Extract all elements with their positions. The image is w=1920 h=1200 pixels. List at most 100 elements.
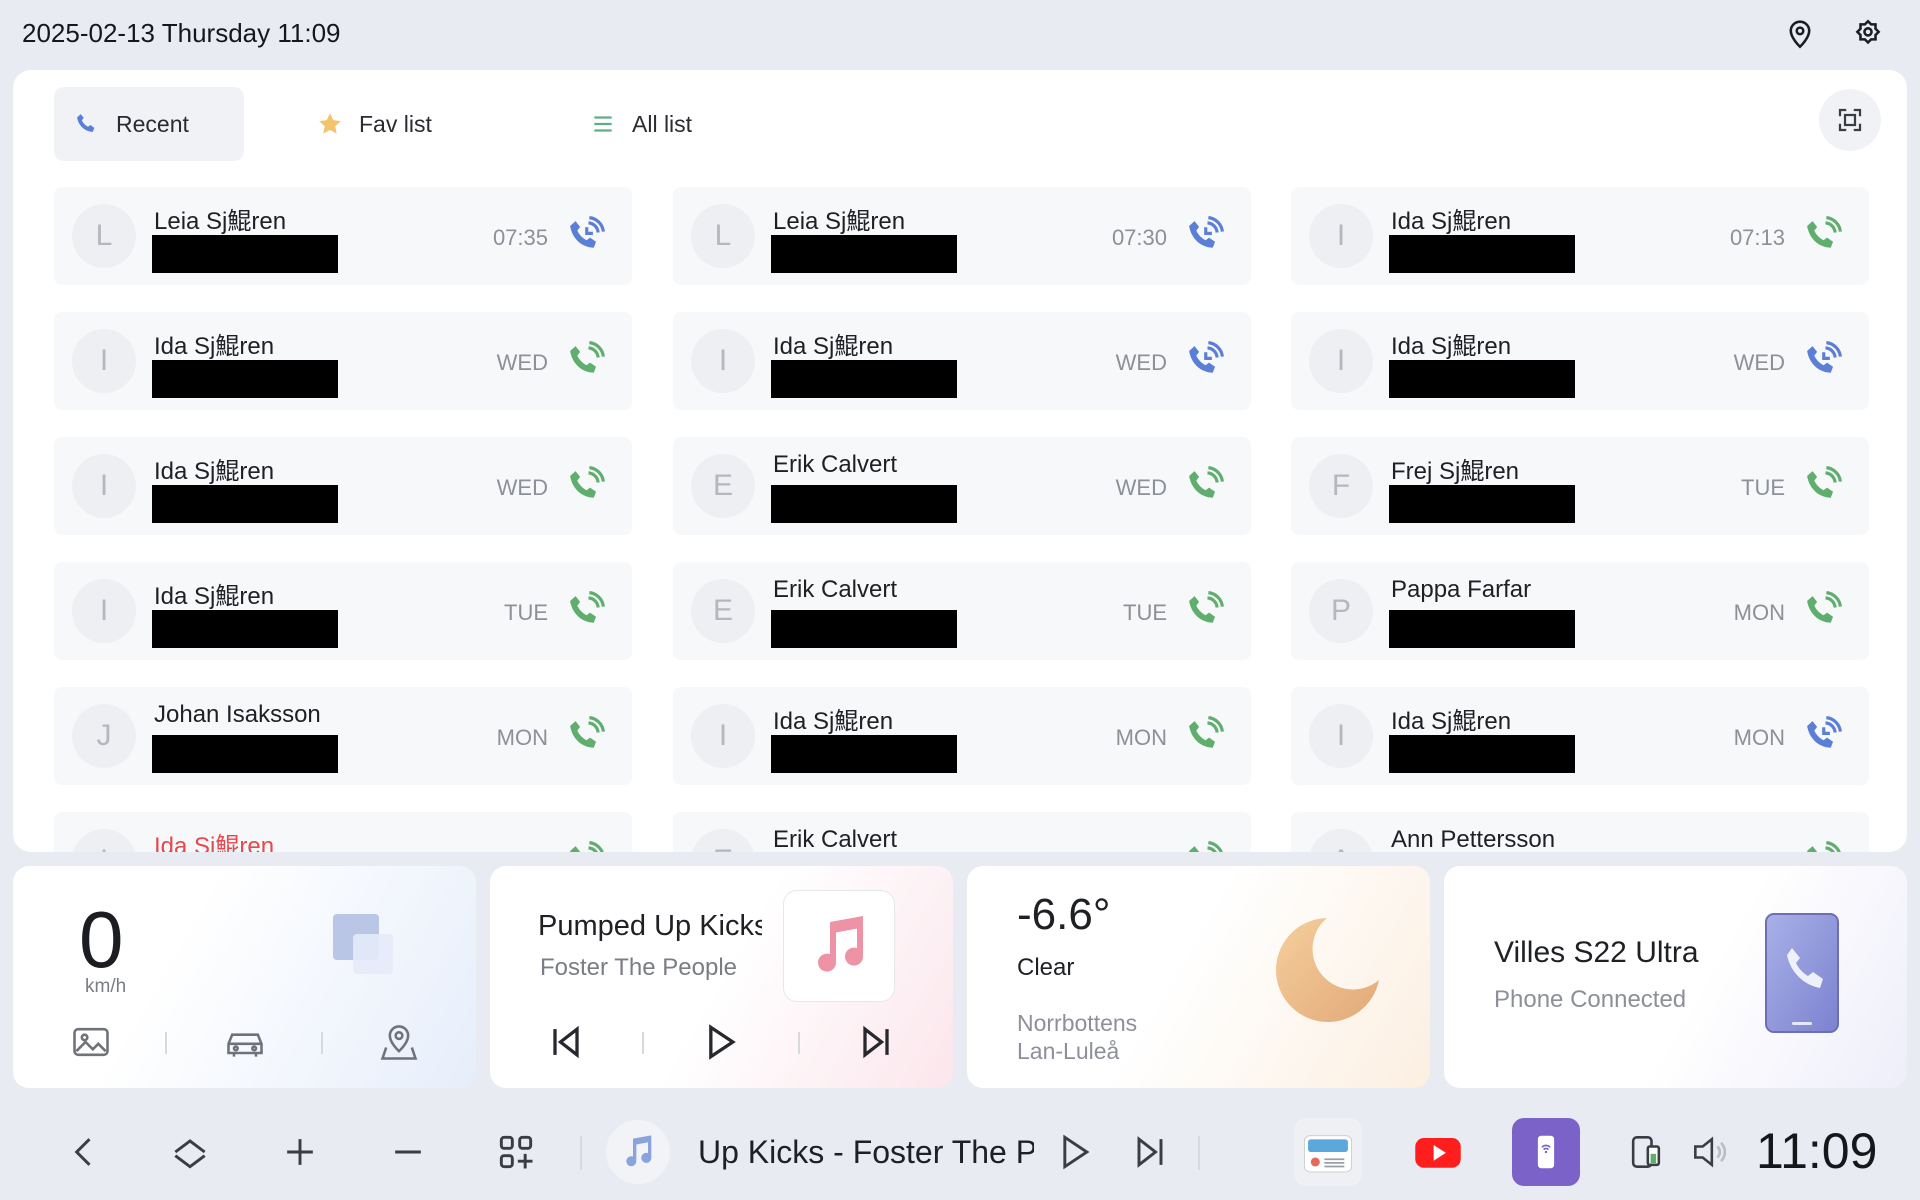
app-grid-button[interactable] <box>490 1126 542 1178</box>
gallery-button[interactable] <box>67 1018 115 1066</box>
volume-up-button[interactable] <box>274 1126 326 1178</box>
call-log-row[interactable]: I Ida Sj鯤ren TUE <box>54 562 632 660</box>
weather-widget[interactable]: -6.6° Clear Norrbottens Lan-Luleå <box>967 866 1430 1088</box>
outgoing-call-icon[interactable] <box>564 840 606 852</box>
call-log-row[interactable]: I Ida Sj鯤ren MON <box>54 812 632 852</box>
call-log-row[interactable]: I Ida Sj鯤ren 07:13 <box>1291 187 1869 285</box>
taskbar: Up Kicks - Foster The People 11:09 <box>0 1100 1920 1200</box>
contact-name: Ida Sj鯤ren <box>154 458 275 485</box>
status-datetime: 2025-02-13 Thursday 11:09 <box>22 18 341 48</box>
contact-name: Ann Pettersson <box>1391 826 1556 852</box>
contact-avatar: L <box>691 204 755 268</box>
call-log-row[interactable]: I Ida Sj鯤ren WED <box>54 437 632 535</box>
outgoing-call-icon[interactable] <box>1183 840 1225 852</box>
call-time: MON <box>1733 725 1785 750</box>
call-log-row[interactable]: F Frej Sj鯤ren TUE <box>1291 437 1869 535</box>
taskbar-media-title[interactable]: Up Kicks - Foster The People <box>698 1134 1034 1171</box>
incoming-call-icon[interactable] <box>1801 340 1843 382</box>
contact-avatar: I <box>1309 204 1373 268</box>
map-pin-button[interactable] <box>375 1018 423 1066</box>
next-track-button[interactable] <box>852 1018 900 1066</box>
call-time: MON <box>496 725 548 750</box>
volume-icon[interactable] <box>1684 1126 1736 1178</box>
outgoing-call-icon[interactable] <box>1183 590 1225 632</box>
contact-avatar: J <box>72 704 136 768</box>
call-log-row[interactable]: E Erik Calvert MON <box>673 812 1251 852</box>
incoming-call-icon[interactable] <box>1183 340 1225 382</box>
call-log-row[interactable]: E Erik Calvert TUE <box>673 562 1251 660</box>
outgoing-call-icon[interactable] <box>1801 840 1843 852</box>
call-time: WED <box>1115 475 1167 500</box>
taskbar-next-button[interactable] <box>1124 1126 1176 1178</box>
contact-avatar: I <box>1309 704 1373 768</box>
back-button[interactable] <box>58 1126 110 1178</box>
previous-track-button[interactable] <box>542 1018 590 1066</box>
phone-projection-icon[interactable] <box>1512 1118 1580 1186</box>
contact-name: Erik Calvert <box>773 826 898 852</box>
volume-down-button[interactable] <box>382 1126 434 1178</box>
music-note-icon[interactable] <box>606 1120 670 1184</box>
contact-avatar: I <box>72 579 136 643</box>
outgoing-call-icon[interactable] <box>1183 715 1225 757</box>
music-widget[interactable]: Pumped Up Kicks Foster The People <box>490 866 953 1088</box>
outgoing-call-icon[interactable] <box>564 590 606 632</box>
call-time: MON <box>1115 725 1167 750</box>
call-log-row[interactable]: I Ida Sj鯤ren WED <box>54 312 632 410</box>
music-note-icon <box>818 916 864 972</box>
contact-avatar: I <box>1309 329 1373 393</box>
call-log-row[interactable]: I Ida Sj鯤ren MON <box>1291 687 1869 785</box>
contact-name: Leia Sj鯤ren <box>154 208 287 235</box>
contact-avatar: F <box>1309 454 1373 518</box>
taskbar-play-button[interactable] <box>1048 1126 1100 1178</box>
gallery-icon <box>73 1027 109 1057</box>
settings-gear-icon[interactable] <box>1848 14 1888 54</box>
contact-avatar: E <box>691 829 755 852</box>
phone-status: Phone Connected <box>1494 986 1687 1013</box>
play-button[interactable] <box>696 1018 744 1066</box>
music-artist: Foster The People <box>540 954 738 981</box>
location-pin-icon[interactable] <box>1780 14 1820 54</box>
outgoing-call-icon[interactable] <box>1801 465 1843 507</box>
home-button[interactable] <box>164 1126 216 1178</box>
outgoing-call-icon[interactable] <box>1801 590 1843 632</box>
radio-app-icon[interactable] <box>1294 1118 1362 1186</box>
phone-device-name: Villes S22 Ultra <box>1494 936 1699 969</box>
divider <box>642 1032 644 1054</box>
back-icon <box>74 1138 91 1166</box>
incoming-call-icon[interactable] <box>564 215 606 257</box>
call-time: MON <box>1733 600 1785 625</box>
call-log-row[interactable]: L Leia Sj鯤ren 07:30 <box>673 187 1251 285</box>
call-log-row[interactable]: E Erik Calvert WED <box>673 437 1251 535</box>
phone-widget[interactable]: Villes S22 Ultra Phone Connected <box>1444 866 1907 1088</box>
speed-value: 0 <box>79 895 124 984</box>
call-log-row[interactable]: I Ida Sj鯤ren WED <box>673 312 1251 410</box>
outgoing-call-icon[interactable] <box>564 465 606 507</box>
call-log-row[interactable]: I Ida Sj鯤ren MON <box>673 687 1251 785</box>
call-time: WED <box>1115 350 1167 375</box>
car-button[interactable] <box>221 1018 269 1066</box>
call-log-row[interactable]: J Johan Isaksson MON <box>54 687 632 785</box>
outgoing-call-icon[interactable] <box>1801 215 1843 257</box>
call-log-row[interactable]: L Leia Sj鯤ren 07:35 <box>54 187 632 285</box>
call-time: TUE <box>1123 600 1167 625</box>
incoming-call-icon[interactable] <box>1183 215 1225 257</box>
outgoing-call-icon[interactable] <box>1183 465 1225 507</box>
redacted-number <box>152 735 338 773</box>
contact-avatar: L <box>72 204 136 268</box>
contact-name: Frej Sj鯤ren <box>1391 458 1520 485</box>
contact-name: Pappa Farfar <box>1391 576 1532 603</box>
incoming-call-icon[interactable] <box>1801 715 1843 757</box>
outgoing-call-icon[interactable] <box>564 340 606 382</box>
contact-avatar: I <box>691 704 755 768</box>
divider <box>1198 1136 1200 1170</box>
contact-name: Leia Sj鯤ren <box>773 208 906 235</box>
call-log-row[interactable]: A Ann Pettersson SUN <box>1291 812 1869 852</box>
contact-name: Erik Calvert <box>773 451 898 478</box>
call-log-row[interactable]: I Ida Sj鯤ren WED <box>1291 312 1869 410</box>
speed-graphic-icon <box>331 912 397 978</box>
recent-calls-panel: Recent Fav list All list L Leia Sj鯤ren 07:… <box>13 70 1907 852</box>
outgoing-call-icon[interactable] <box>564 715 606 757</box>
previous-track-icon <box>553 1025 579 1059</box>
youtube-icon[interactable] <box>1404 1118 1472 1186</box>
call-log-row[interactable]: P Pappa Farfar MON <box>1291 562 1869 660</box>
